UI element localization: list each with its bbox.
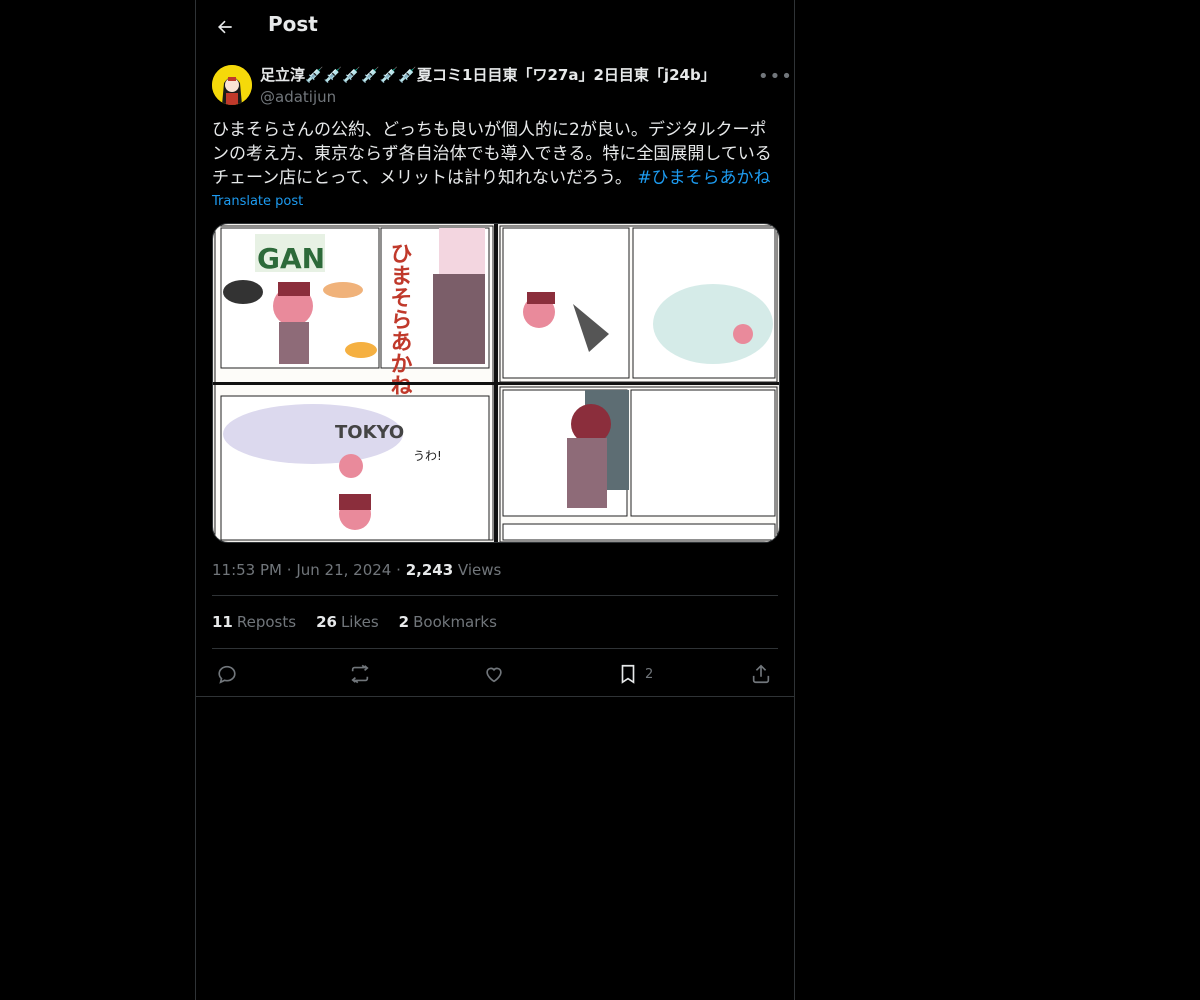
post-date[interactable]: Jun 21, 2024 — [296, 561, 391, 579]
manga-text-uwa: うわ! — [413, 449, 442, 463]
translate-link[interactable]: Translate post — [212, 194, 303, 209]
share-icon — [752, 664, 770, 684]
repost-button[interactable] — [349, 660, 371, 688]
post-text: ひまそらさんの公約、どっちも良いが個人的に2が良い。デジタルクーポンの考え方、東… — [212, 118, 778, 190]
like-button[interactable] — [483, 660, 505, 688]
likes-stat[interactable]: 26 Likes — [316, 613, 379, 631]
reposts-label: Reposts — [236, 613, 297, 631]
post-meta: 11:53 PM · Jun 21, 2024 · 2,243 Views — [212, 561, 501, 579]
likes-label: Likes — [340, 613, 379, 631]
post-column: Post 足立淳💉💉💉💉💉💉夏コミ1日目東「ワ27a」2日目東「j24b」 @a… — [195, 0, 795, 1000]
action-bar: 2 — [212, 660, 778, 688]
page-header: Post — [196, 0, 794, 53]
repost-icon — [351, 664, 369, 684]
divider — [196, 696, 794, 697]
avatar-image — [212, 65, 252, 105]
back-button[interactable] — [212, 14, 238, 40]
arrow-left-icon — [218, 20, 232, 34]
reposts-count: 11 — [212, 613, 233, 631]
views-count: 2,243 — [405, 561, 454, 579]
likes-count: 26 — [316, 613, 337, 631]
bookmark-count: 2 — [645, 666, 654, 682]
meta-dot: · — [396, 561, 401, 579]
bookmarks-stat[interactable]: 2 Bookmarks — [399, 613, 497, 631]
post-author: 足立淳💉💉💉💉💉💉夏コミ1日目東「ワ27a」2日目東「j24b」 @adatij… — [260, 64, 760, 106]
meta-dot: · — [286, 561, 292, 579]
bookmarks-label: Bookmarks — [413, 613, 497, 631]
reply-icon — [218, 665, 236, 684]
bookmark-icon — [621, 664, 635, 684]
post-image[interactable]: GAN ひまそらあかね TOKYO うわ! — [212, 223, 780, 543]
divider — [212, 648, 778, 649]
page-title: Post — [268, 12, 318, 36]
bookmarks-count: 2 — [398, 613, 410, 631]
post-stats: 11 Reposts 26 Likes 2 Bookmarks — [212, 613, 497, 631]
divider — [212, 595, 778, 596]
more-button[interactable]: ••• — [758, 66, 792, 87]
display-name[interactable]: 足立淳💉💉💉💉💉💉夏コミ1日目東「ワ27a」2日目東「j24b」 — [260, 64, 760, 85]
bookmark-button[interactable]: 2 — [617, 660, 653, 688]
post-time[interactable]: 11:53 PM — [212, 561, 282, 579]
manga-text-gan: GAN — [257, 242, 325, 275]
avatar[interactable] — [212, 65, 252, 105]
manga-page-image: GAN ひまそらあかね TOKYO うわ! — [213, 224, 779, 542]
share-button[interactable] — [750, 660, 772, 688]
views-label: Views — [457, 561, 502, 579]
hashtag-link[interactable]: #ひまそらあかね — [637, 168, 770, 188]
reply-button[interactable] — [216, 660, 238, 688]
manga-text-tokyo: TOKYO — [335, 422, 404, 443]
reposts-stat[interactable]: 11 Reposts — [212, 613, 296, 631]
user-handle[interactable]: @adatijun — [260, 88, 760, 106]
more-horizontal-icon: ••• — [758, 66, 793, 87]
manga-title-text: ひまそらあかね — [387, 242, 413, 396]
heart-icon — [486, 667, 502, 683]
